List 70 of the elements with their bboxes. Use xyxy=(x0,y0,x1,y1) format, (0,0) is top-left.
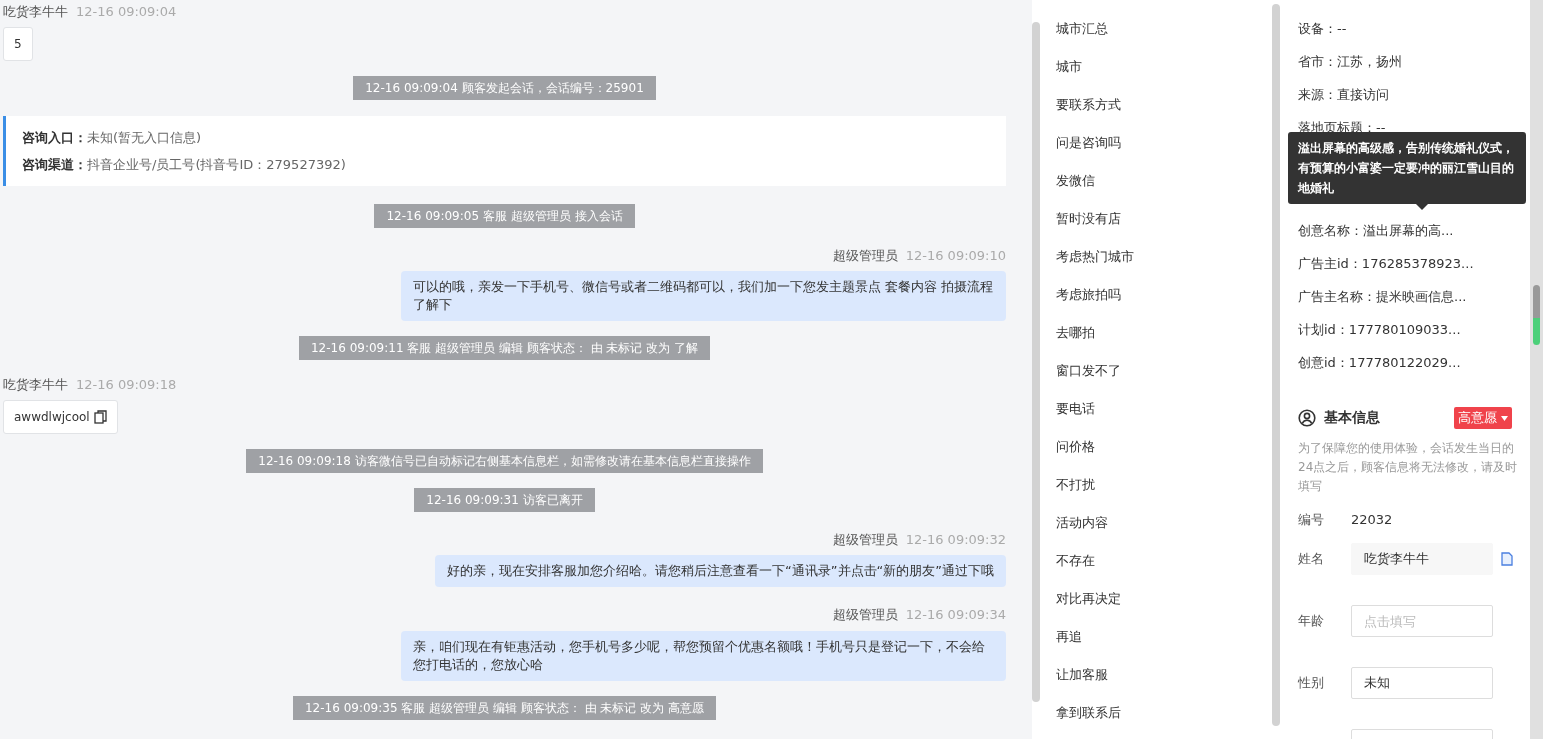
system-notice: 12-16 09:09:31 访客已离开 xyxy=(414,487,595,512)
sender-name: 超级管理员 xyxy=(832,531,898,547)
field-label: 年龄 xyxy=(1298,612,1325,631)
quick-reply-item[interactable]: 城市汇总 xyxy=(1056,10,1272,48)
message-time: 12-16 09:09:34 xyxy=(905,607,1006,622)
visitor-info-row-text: 来源：直接访问 xyxy=(1298,86,1390,104)
tooltip-pointer-icon xyxy=(1416,204,1428,210)
sender-name: 吃货李牛牛 xyxy=(3,4,68,19)
message-time: 12-16 09:09:32 xyxy=(905,531,1006,547)
scrollbar-thumb[interactable] xyxy=(1533,285,1540,345)
quick-reply-item[interactable]: 考虑热门城市 xyxy=(1056,238,1272,276)
scrollbar[interactable] xyxy=(1530,0,1543,739)
quick-reply-item[interactable]: 让加客服 xyxy=(1056,656,1272,694)
message-bubble: 好的亲，现在安排客服加您介绍哈。请您稍后注意查看一下“通讯录”并点击“新的朋友”通过下哦 xyxy=(435,555,1006,587)
system-notice: 12-16 09:09:35 客服 超级管理员 编辑 顾客状态： 由 未标记 改为 高意愿 xyxy=(292,695,717,720)
quick-reply-item[interactable]: 活动内容 xyxy=(1056,504,1272,542)
document-icon[interactable] xyxy=(1501,552,1513,566)
sender-name: 超级管理员 xyxy=(832,607,898,622)
notice-text: 为了保障您的使用体验，会话发生当日的24点之后，顾客信息将无法修改，请及时填写 xyxy=(1298,439,1519,495)
user-circle-icon xyxy=(1298,408,1316,427)
sender-name: 吃货李牛牛 xyxy=(3,377,68,392)
quick-reply-item[interactable]: 暂时没有店 xyxy=(1056,200,1272,238)
field-value: 22032 xyxy=(1351,510,1393,529)
quick-reply-item[interactable]: 去哪拍 xyxy=(1056,314,1272,352)
message-bubble: 可以的哦，亲发一下手机号、微信号或者二维码都可以，我们加一下您发主题景点 套餐内容 拍摄流程了解下 xyxy=(401,271,1006,321)
field-label: 编号 xyxy=(1298,510,1325,529)
quick-reply-item[interactable]: 城市 xyxy=(1056,48,1272,86)
input-field[interactable]: 点击填写 xyxy=(1351,605,1493,637)
info-line: 咨询入口：未知(暂无入口信息) xyxy=(22,128,203,147)
input-field[interactable]: 吃货李牛牛 xyxy=(1351,543,1493,575)
system-notice: 12-16 09:09:04 顾客发起会话，会话编号：25901 xyxy=(353,75,656,100)
system-notice: 12-16 09:09:05 客服 超级管理员 接入会话 xyxy=(374,203,635,228)
message-time: 12-16 09:09:18 xyxy=(76,377,177,392)
quick-reply-item[interactable]: 对比再决定 xyxy=(1056,580,1272,618)
section-title: 基本信息 xyxy=(1324,408,1380,428)
system-notice: 12-16 09:09:18 访客微信号已自动标记右侧基本信息栏，如需修改请在基本信息栏直接操作 xyxy=(246,448,763,473)
quick-reply-item[interactable]: 问价格 xyxy=(1056,428,1272,466)
info-line: 咨询渠道：抖音企业号/员工号(抖音号ID：279527392) xyxy=(22,155,347,174)
message-time: 12-16 09:09:10 xyxy=(905,247,1006,263)
message-bubble: 5 xyxy=(3,26,33,61)
quick-reply-item[interactable]: 窗口发不了 xyxy=(1056,352,1272,390)
scrollbar[interactable] xyxy=(1032,22,1040,702)
visitor-info-row-text: 设备：-- xyxy=(1298,20,1348,38)
visitor-info-row-text: 创意名称：溢出屏幕的高... xyxy=(1298,222,1455,240)
status-dropdown[interactable]: 高意愿 xyxy=(1453,407,1512,429)
visitor-info-row-text: 省市：江苏，扬州 xyxy=(1298,53,1403,71)
quick-reply-item[interactable]: 要电话 xyxy=(1056,390,1272,428)
visitor-info-row-text: 广告主名称：提米映画信息... xyxy=(1298,288,1468,306)
quick-reply-item[interactable]: 考虑旅拍吗 xyxy=(1056,276,1272,314)
quick-reply-item[interactable]: 不存在 xyxy=(1056,542,1272,580)
visitor-info-row-text: 广告主id：176285378923... xyxy=(1298,255,1475,273)
quick-reply-item[interactable]: 拿到联系后 xyxy=(1056,694,1272,732)
copy-icon[interactable] xyxy=(93,407,107,426)
system-notice: 12-16 09:09:11 客服 超级管理员 编辑 顾客状态： 由 未标记 改为 了解 xyxy=(298,336,711,360)
quick-reply-item[interactable]: 不打扰 xyxy=(1056,466,1272,504)
quick-reply-item[interactable]: 发微信 xyxy=(1056,162,1272,200)
sender-name: 超级管理员 xyxy=(832,247,898,263)
quick-reply-item[interactable]: 问是咨询吗 xyxy=(1056,124,1272,162)
quick-reply-item[interactable]: 要联系方式 xyxy=(1056,86,1272,124)
message-time: 12-16 09:09:04 xyxy=(76,4,177,19)
quick-reply-item[interactable]: 再追 xyxy=(1056,618,1272,656)
visitor-info-row-text: 创意id：177780122029... xyxy=(1298,354,1462,372)
scrollbar[interactable] xyxy=(1272,4,1280,726)
message-bubble: awwdlwjcool xyxy=(3,399,118,434)
message-bubble: 亲，咱们现在有钜惠活动，您手机号多少呢，帮您预留个优惠名额哦！手机号只是登记一下，不会给您打电话的，您放心哈 xyxy=(401,630,1006,681)
field-label: 姓名 xyxy=(1298,550,1325,569)
field-label: 性别 xyxy=(1298,674,1325,693)
tooltip: 溢出屏幕的高级感，告别传统婚礼仪式，有预算的小富婆一定要冲的丽江雪山目的地婚礼 xyxy=(1288,132,1526,204)
visitor-info-row-text: 计划id：177780109033... xyxy=(1298,321,1462,339)
input-field[interactable]: 未知 xyxy=(1351,667,1493,699)
